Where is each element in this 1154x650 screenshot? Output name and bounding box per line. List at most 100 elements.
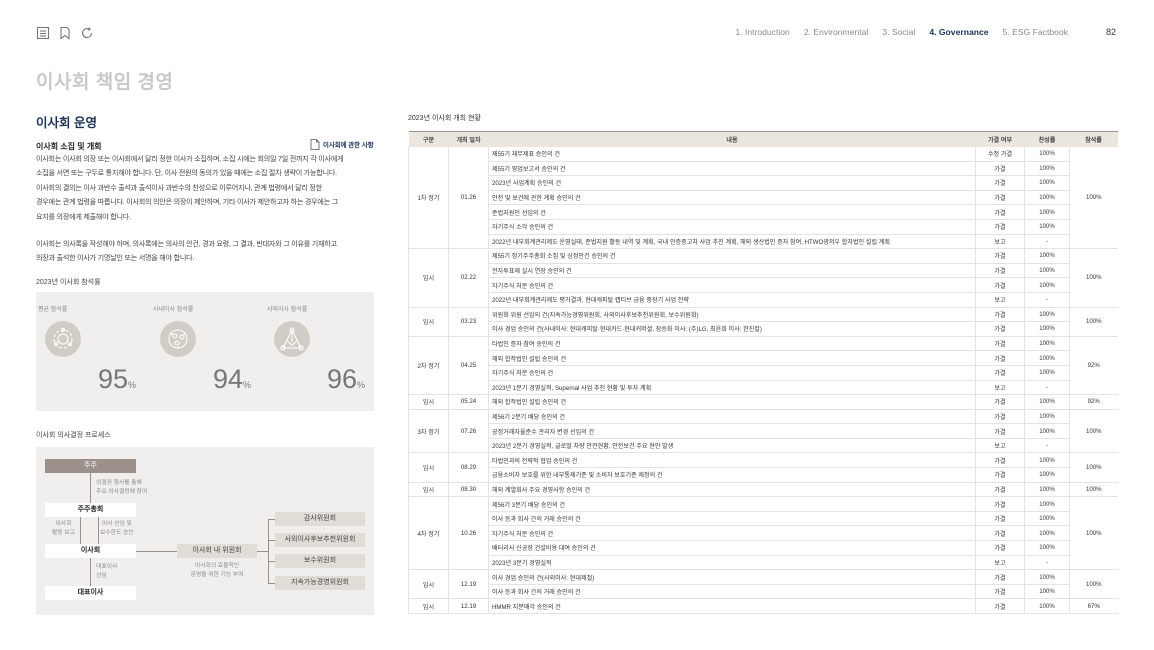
table-row: 이사 경업 승인의 건(사내이사: 현대캐피탈·현대카드·현대커머셜, 장승화 … — [409, 321, 1118, 337]
report-note: 이사회 활동 보고 — [52, 521, 75, 536]
header-date: 개최 일자 — [448, 131, 489, 147]
attendance-inside-directors: 사내이사 참석률 94% — [151, 292, 261, 411]
agenda-cell: 전자투표제 실시 연장 승인의 건 — [488, 263, 976, 279]
general-meeting-box: 주주총회 — [45, 503, 136, 517]
approval-cell: 100% — [1024, 394, 1070, 410]
table-row: 임시 03.23 위원회 위원 선임의 건(지속가능경영위원회, 사외이사후보추천위… — [408, 307, 1118, 337]
table-row: 공정거래자율준수 관리자 변경 선임의 건 가결 100% — [409, 423, 1118, 439]
approval-cell: 100% — [1024, 219, 1070, 235]
agenda-cell: 제55기 정기주주총회 소집 및 상정안건 승인의 건 — [488, 248, 976, 264]
agenda-cell: 자기주식 소각 승인의 건 — [488, 219, 976, 235]
result-cell: 가결 — [975, 321, 1025, 337]
table-row: 1차 정기 01.26 제55기 재무제표 승인의 건 수정 가결 100% 100% — [408, 146, 1118, 250]
approval-cell: 100% — [1024, 496, 1070, 512]
committee-nomination: 사외이사후보추천위원회 — [275, 533, 365, 547]
agenda-cell: 준법지원인 선임의 건 — [488, 204, 976, 220]
table-row: 임시 02.22 제55기 정기주주총회 소집 및 상정안건 승인의 건 가결 100%… — [408, 248, 1118, 308]
section-title: 이사회 운영 — [36, 116, 97, 130]
approval-cell: - — [1024, 380, 1070, 396]
table-row: 전자투표제 실시 연장 승인의 건 가결 100% — [409, 263, 1118, 279]
meeting-type-cell: 임시 — [408, 248, 449, 308]
header-result: 가결 여부 — [975, 131, 1025, 147]
table-row: 임시 05.24 해외 합작법인 설립 승인의 건 가결 100% 92% — [408, 394, 1118, 410]
meeting-type-cell: 4차 정기 — [408, 496, 449, 571]
attendance-value: 96% — [326, 364, 365, 394]
approval-cell: 100% — [1024, 569, 1070, 585]
result-cell: 가결 — [975, 525, 1025, 542]
agenda-cell: 타법인 증자 참여 승인의 건 — [488, 336, 976, 352]
nav-item[interactable]: 3. Social — [882, 27, 915, 37]
approval-cell: 100% — [1024, 365, 1070, 381]
attendance-value: 94% — [212, 364, 251, 394]
approval-cell: 100% — [1024, 452, 1070, 469]
meeting-type-cell: 임시 — [408, 307, 449, 337]
board-info-link-label: 이사회에 관한 사항 — [323, 142, 374, 149]
agenda-cell: 2022년 내부회계관리제도 운영실태, 준법지원 활동 내역 및 계획, 국내… — [488, 234, 976, 250]
paragraph-line: 이사회의 결의는 이사 과반수 출석과 출석이사 과반수의 찬성으로 이루어지나… — [36, 183, 322, 192]
agenda-cell: 해외 합작법인 설립 승인의 건 — [488, 350, 976, 366]
committee-audit: 감사위원회 — [275, 512, 365, 526]
list-icon[interactable] — [36, 26, 50, 40]
table-row: 자기주식 처분 승인의 건 가결 100% — [409, 365, 1118, 381]
nav-item[interactable]: 2. Environmental — [804, 27, 869, 37]
header-approval-rate: 찬성률 — [1024, 131, 1070, 147]
approval-cell: 100% — [1024, 350, 1070, 366]
network-icon — [274, 321, 310, 357]
header-content: 내용 — [488, 131, 976, 147]
attendance-caption: 2023년 이사회 참석률 — [36, 279, 101, 286]
result-cell: 가결 — [975, 482, 1025, 498]
table-row: 자기주식 처분 승인의 건 가결 100% — [409, 277, 1118, 293]
attendance-cell: 100% — [1069, 496, 1118, 571]
paragraph-line: 경우에는 관계 법령을 따릅니다. 이사회의 의안은 의장이 제안하며, 기타 … — [36, 198, 338, 207]
table-row: 해외 합작법인 설립 승인의 건 가결 100% — [409, 350, 1118, 366]
result-cell: 보고 — [975, 438, 1025, 454]
header-type: 구분 — [408, 131, 449, 147]
result-cell: 보고 — [975, 234, 1025, 250]
board-info-link[interactable]: 이사회에 관한 사항 — [310, 139, 374, 150]
approval-cell: 100% — [1024, 277, 1070, 293]
approval-cell: 100% — [1024, 146, 1070, 162]
agenda-cell: 이사 등과 회사 간의 거래 승인의 건 — [488, 511, 976, 527]
meeting-date-cell: 07.26 — [448, 409, 489, 454]
table-row: 4차 정기 10.26 제56기 3분기 배당 승인의 건 가결 100% 100% — [408, 496, 1118, 571]
meeting-date-cell: 08.30 — [448, 482, 489, 498]
table-row: 2023년 2분기 경영실적, 글로벌 차량 안전현황, 안전보건 주요 현안 … — [409, 438, 1118, 454]
table-row: 금융소비자 보호를 위한 내부통제기준 및 소비자 보호기준 제정의 건 가결 10… — [409, 467, 1118, 483]
attendance-cell: 100% — [1069, 409, 1118, 454]
paragraph-line: 이사회는 이사회 의장 또는 이사회에서 달리 정한 이사가 소집하며, 소집 … — [36, 155, 344, 163]
agenda-cell: 자기주식 처분 승인의 건 — [488, 365, 976, 381]
result-cell: 가결 — [975, 569, 1025, 585]
header-attendance-rate: 참석률 — [1069, 131, 1118, 147]
result-cell: 가결 — [975, 452, 1025, 469]
attendance-average: 평균 참석률 95% — [36, 292, 146, 411]
approval-cell: 100% — [1024, 540, 1070, 556]
ceo-box: 대표이사 — [45, 586, 136, 600]
result-cell: 가결 — [975, 423, 1025, 439]
result-cell: 수정 가결 — [975, 146, 1025, 162]
result-cell: 가결 — [975, 307, 1025, 323]
bookmark-icon[interactable] — [58, 26, 72, 40]
refresh-icon[interactable] — [80, 26, 94, 40]
meeting-type-cell: 임시 — [408, 482, 449, 498]
meeting-type-cell: 임시 — [408, 598, 449, 614]
meeting-type-cell: 임시 — [408, 394, 449, 410]
attendance-cell: 100% — [1069, 452, 1118, 483]
nav-item[interactable]: 1. Introduction — [735, 27, 789, 37]
nav-item[interactable]: 4. Governance — [929, 27, 988, 37]
approval-cell: - — [1024, 555, 1070, 571]
table-row: 이사 등과 회사 간의 거래 승인의 건 가결 100% — [409, 511, 1118, 527]
result-cell: 가결 — [975, 161, 1025, 177]
paragraph-line: 이사회는 의사록을 작성해야 하며, 의사록에는 의사의 안건, 경과 요령, … — [36, 240, 337, 248]
ceo-note: 대표이사 선임 — [96, 564, 118, 579]
gear-people-icon — [45, 321, 81, 357]
agenda-cell: 안전 및 보건에 관한 계획 승인의 건 — [488, 190, 976, 206]
nav-item[interactable]: 5. ESG Factbook — [1003, 27, 1068, 37]
meeting-date-cell: 03.23 — [448, 307, 489, 337]
approval-cell: 100% — [1024, 423, 1070, 439]
approval-cell: 100% — [1024, 525, 1070, 542]
approval-cell: 100% — [1024, 175, 1070, 191]
meeting-type-cell: 임시 — [408, 569, 449, 600]
approval-cell: 100% — [1024, 190, 1070, 206]
meeting-date-cell: 01.26 — [448, 146, 489, 250]
attendance-cell: 100% — [1069, 307, 1118, 337]
